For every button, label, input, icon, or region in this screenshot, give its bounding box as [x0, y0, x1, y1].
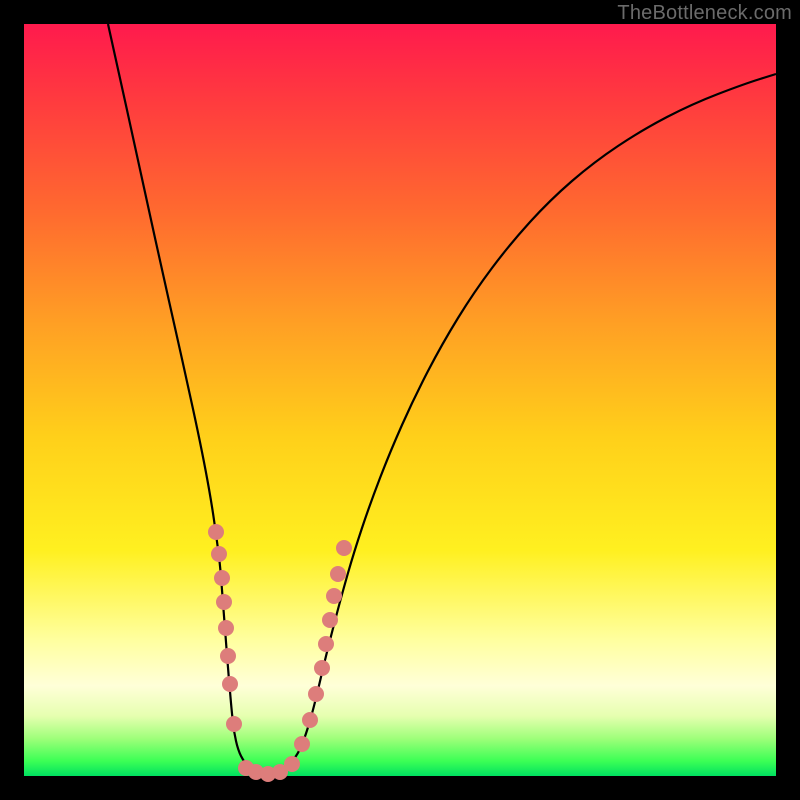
curve-marker [326, 588, 342, 604]
watermark-text: TheBottleneck.com [617, 2, 792, 25]
curve-marker [294, 736, 310, 752]
curve-marker [216, 594, 232, 610]
curve-marker [222, 676, 238, 692]
curve-marker [314, 660, 330, 676]
curve-marker [302, 712, 318, 728]
curve-marker [208, 524, 224, 540]
chart-svg [24, 24, 776, 776]
curve-marker [322, 612, 338, 628]
curve-marker [330, 566, 346, 582]
curve-marker [284, 756, 300, 772]
bottleneck-curve [108, 24, 776, 774]
curve-marker [226, 716, 242, 732]
curve-markers [208, 524, 352, 782]
chart-plot-area [24, 24, 776, 776]
curve-marker [218, 620, 234, 636]
curve-marker [220, 648, 236, 664]
curve-marker [308, 686, 324, 702]
curve-marker [214, 570, 230, 586]
curve-marker [211, 546, 227, 562]
curve-marker [318, 636, 334, 652]
curve-marker [336, 540, 352, 556]
